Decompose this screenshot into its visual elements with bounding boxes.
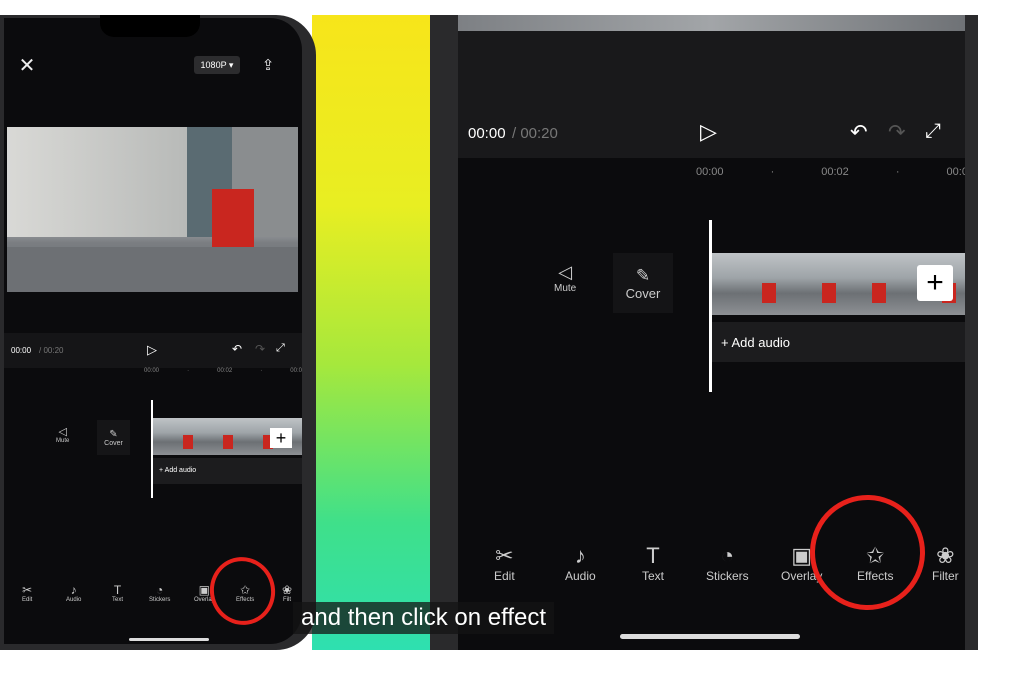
toolbar-text[interactable]: T Text	[642, 543, 664, 583]
cover-button[interactable]: ✎ Cover	[613, 253, 673, 313]
playback-bar: 00:00 / 00:20 ▷ ↶ ↷ ⤢	[4, 333, 302, 368]
cover-button[interactable]: ✎ Cover	[97, 420, 130, 455]
redo-icon[interactable]: ↷	[888, 120, 906, 145]
toolbar-text[interactable]: T Text	[112, 583, 123, 603]
home-indicator	[129, 638, 209, 641]
ruler-tick: ·	[260, 368, 263, 374]
toolbar-label: Edit	[22, 597, 33, 603]
toolbar-label: Text	[112, 597, 124, 603]
close-icon[interactable]: ✕	[16, 54, 38, 77]
fullscreen-icon[interactable]: ⤢	[276, 342, 285, 355]
play-icon[interactable]: ▷	[700, 119, 717, 145]
undo-icon[interactable]: ↶	[232, 342, 242, 356]
video-preview	[7, 127, 298, 292]
scissors-icon: ✂	[22, 583, 33, 597]
speaker-icon: ◁	[558, 262, 573, 282]
playback-bar: 00:00 / 00:20 ▷ ↶ ↷ ⤢	[458, 31, 965, 158]
toolbar-label: Text	[642, 569, 665, 583]
video-caption: and then click on effect	[293, 602, 555, 634]
ruler-tick: ·	[895, 166, 900, 178]
toolbar-label: Stickers	[706, 569, 749, 583]
current-time: 00:00	[11, 346, 32, 355]
timeline-ruler: 00:00 · 00:02 · 00:0	[696, 166, 965, 178]
ruler-tick: 00:0	[290, 368, 302, 374]
pencil-icon: ✎	[109, 428, 118, 440]
speaker-icon: ◁	[58, 426, 67, 438]
filter-icon: ❀	[282, 583, 293, 597]
text-icon: T	[113, 583, 122, 597]
music-note-icon: ♪	[70, 583, 77, 597]
ruler-tick: 00:02	[217, 368, 233, 374]
text-icon: T	[646, 543, 660, 568]
home-indicator	[620, 634, 800, 639]
add-clip-button[interactable]: +	[917, 265, 953, 301]
cover-label: Cover	[104, 439, 123, 447]
toolbar-label: Edit	[494, 569, 515, 583]
total-time: / 00:20	[39, 346, 64, 355]
mute-button[interactable]: ◁ Mute	[554, 262, 576, 294]
toolbar-label: Audio	[66, 597, 82, 603]
current-time: 00:00	[468, 125, 506, 142]
toolbar-label: Stickers	[149, 597, 171, 603]
phone-notch	[100, 15, 200, 37]
play-icon[interactable]: ▷	[147, 342, 157, 358]
sticker-icon: ◔	[156, 583, 164, 597]
add-audio-button[interactable]: + Add audio	[712, 322, 965, 362]
toolbar-stickers[interactable]: ◔ Stickers	[706, 543, 749, 583]
ruler-tick: 00:00	[696, 166, 724, 178]
sticker-icon: ◔	[720, 543, 734, 568]
left-phone-screen: ✕ 1080P ▾ ⇪ 00:00 / 00:20 ▷ ↶ ↷ ⤢ 00:00 ·…	[4, 18, 302, 644]
scissors-icon: ✂	[495, 543, 514, 568]
toolbar-filter[interactable]: ❀ Filter	[932, 543, 959, 583]
mute-label: Mute	[554, 283, 577, 294]
gradient-background	[312, 15, 432, 650]
mute-label: Mute	[56, 438, 70, 444]
overlay-icon: ▣	[198, 583, 210, 597]
cover-label: Cover	[625, 285, 661, 301]
total-time: / 00:20	[512, 125, 558, 142]
mute-button[interactable]: ◁ Mute	[56, 425, 69, 444]
ruler-tick: ·	[770, 166, 775, 178]
resolution-dropdown[interactable]: 1080P ▾	[194, 56, 240, 74]
pencil-icon: ✎	[635, 265, 651, 285]
music-note-icon: ♪	[574, 543, 586, 568]
add-clip-button[interactable]: +	[270, 428, 292, 448]
ruler-tick: 00:00	[144, 368, 160, 374]
undo-icon[interactable]: ↶	[850, 120, 868, 145]
ruler-tick: 00:02	[821, 166, 849, 178]
export-icon[interactable]: ⇪	[258, 54, 278, 76]
filter-icon: ❀	[936, 543, 955, 568]
toolbar-edit[interactable]: ✂ Edit	[22, 583, 32, 603]
video-preview-edge	[458, 15, 965, 31]
toolbar-stickers[interactable]: ◔ Stickers	[149, 583, 170, 603]
toolbar-audio[interactable]: ♪ Audio	[66, 583, 81, 603]
redo-icon[interactable]: ↷	[255, 342, 265, 356]
ruler-tick: 00:0	[946, 166, 965, 178]
toolbar-edit[interactable]: ✂ Edit	[494, 543, 515, 583]
fullscreen-icon[interactable]: ⤢	[925, 120, 941, 143]
toolbar-label: Audio	[565, 569, 596, 583]
toolbar-audio[interactable]: ♪ Audio	[565, 543, 596, 583]
toolbar-label: Filt	[283, 597, 292, 603]
ruler-tick: ·	[187, 368, 190, 374]
timeline-ruler: 00:00 · 00:02 · 00:0	[144, 368, 302, 374]
toolbar-label: Filter	[932, 569, 959, 583]
toolbar-filter[interactable]: ❀ Filt	[282, 583, 292, 603]
add-audio-button[interactable]: + Add audio	[153, 458, 302, 484]
